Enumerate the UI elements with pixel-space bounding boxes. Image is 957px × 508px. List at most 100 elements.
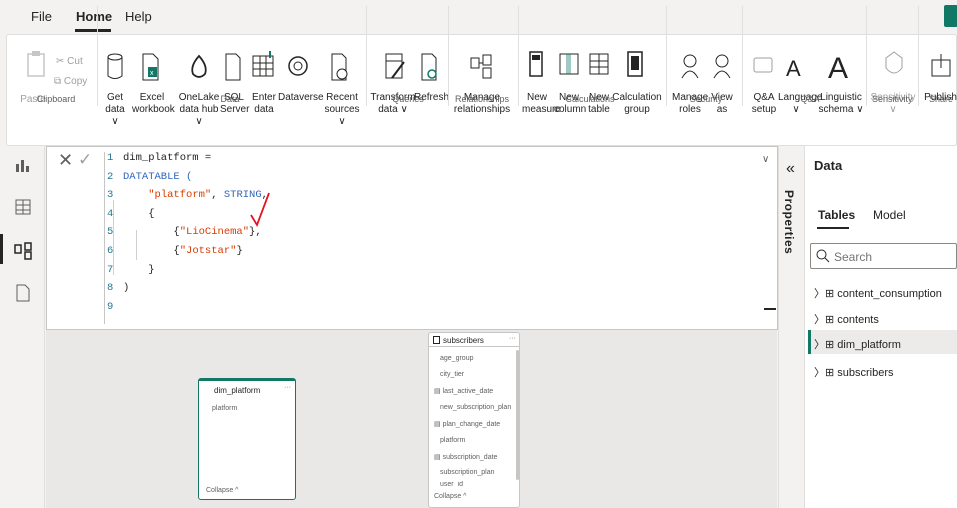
field[interactable]: new_subscription_plan <box>440 404 511 411</box>
manage-roles-icon <box>681 54 699 79</box>
code-token: { <box>123 226 180 239</box>
get-data-button[interactable]: Get data ∨ <box>102 92 128 128</box>
data-pane <box>804 146 957 508</box>
tree-item-contents[interactable]: 〉⊞ contents <box>814 311 879 327</box>
qa-setup-button[interactable]: Q&A setup <box>748 92 780 116</box>
menu-file[interactable]: File <box>31 9 52 24</box>
recent-sources-icon <box>331 53 348 81</box>
code-token: dim_platform = <box>123 152 212 164</box>
calendar-icon: ▤ <box>434 454 443 461</box>
field-date[interactable]: ▤ last_active_date <box>434 387 493 395</box>
menu-home[interactable]: Home <box>76 9 112 24</box>
new-column-icon <box>559 53 579 75</box>
tree-item-label: contents <box>837 314 879 326</box>
field-label: subscription_date <box>442 454 498 461</box>
field-date[interactable]: ▤ plan_change_date <box>434 420 500 428</box>
collapse-button[interactable]: Collapse ^ <box>206 487 238 494</box>
commit-formula-icon[interactable]: ✓ <box>78 150 92 170</box>
table-view-icon[interactable] <box>14 198 32 216</box>
group-queries: Queries <box>392 94 424 104</box>
menu-help[interactable]: Help <box>125 9 152 24</box>
copy-label: Copy <box>63 76 88 87</box>
divider <box>366 6 367 106</box>
divider <box>666 6 667 106</box>
report-view-icon[interactable] <box>14 156 32 174</box>
table-card-dim-platform[interactable] <box>198 378 296 500</box>
tree-item-label: subscribers <box>837 367 894 379</box>
search-input[interactable] <box>834 250 944 264</box>
language-icon: A <box>786 56 801 80</box>
field-date[interactable]: ▤ subscription_date <box>434 453 497 461</box>
divider <box>742 6 743 106</box>
expand-properties-icon[interactable]: « <box>786 160 795 178</box>
field[interactable]: user_id <box>440 481 463 486</box>
copy-button[interactable]: ⧉ Copy <box>54 76 87 88</box>
chevron-right-icon: 〉 <box>814 288 825 300</box>
svg-text:A: A <box>828 52 848 82</box>
active-tab-indicator <box>817 227 849 229</box>
tab-model[interactable]: Model <box>873 208 906 222</box>
tree-item-dim-platform[interactable]: 〉⊞ dim_platform <box>814 336 901 352</box>
formula-resize-handle[interactable] <box>764 308 776 310</box>
scrollbar[interactable] <box>516 350 519 480</box>
recent-sources-button[interactable]: Recent sources ∨ <box>322 92 362 128</box>
field[interactable]: subscription_plan <box>440 469 494 476</box>
table-icon: ⊞ <box>825 314 838 326</box>
table-card-title: subscribers <box>443 336 484 345</box>
dax-editor[interactable]: 1 dim_platform = 2 DATATABLE (3 "platform",… <box>104 152 764 324</box>
more-options-icon[interactable]: ··· <box>284 384 291 391</box>
tree-item-label: dim_platform <box>837 339 901 351</box>
chevron-right-icon: 〉 <box>814 367 825 379</box>
code-text: {"LioCinema"}, <box>123 226 261 239</box>
tree-item-label: content_consumption <box>837 288 942 300</box>
manage-relationships-icon <box>470 54 492 79</box>
sql-server-icon <box>225 53 241 81</box>
view-as-icon <box>713 54 731 79</box>
field-platform[interactable]: platform <box>212 405 237 412</box>
qa-setup-icon <box>753 57 773 73</box>
group-clipboard: Clipboard <box>36 94 76 104</box>
dataverse-icon <box>288 56 308 76</box>
calculated-table-icon: ⊞ <box>825 339 838 351</box>
more-options-icon[interactable]: ··· <box>509 335 516 342</box>
excel-icon: x <box>142 53 159 81</box>
code-text: { <box>123 208 154 220</box>
cancel-formula-icon[interactable]: ✕ <box>58 150 73 171</box>
line-number: 9 <box>107 300 114 313</box>
code-token: ) <box>123 282 130 295</box>
field[interactable]: platform <box>440 437 465 444</box>
divider <box>866 6 867 106</box>
expand-formula-icon[interactable]: ∨ <box>762 154 769 165</box>
field[interactable]: city_tier <box>440 371 464 378</box>
collapse-button[interactable]: Collapse ^ <box>434 493 466 500</box>
code-text: {"Jotstar"} <box>123 245 243 257</box>
properties-label[interactable]: Properties <box>782 190 796 254</box>
data-pane-title: Data <box>814 158 843 173</box>
dataverse-button[interactable]: Dataverse <box>278 92 324 104</box>
transform-data-icon <box>385 53 405 79</box>
tree-item-content-consumption[interactable]: 〉⊞ content_consumption <box>814 285 942 301</box>
table-icon: ⊞ <box>825 367 838 379</box>
group-calculations: Calculations <box>565 94 615 104</box>
cut-label: Cut <box>67 56 83 67</box>
group-sensitivity: Sensitivity <box>872 94 913 104</box>
indent-guide <box>136 230 137 260</box>
linguistic-schema-icon: A <box>828 52 848 82</box>
dax-query-view-icon[interactable] <box>14 284 32 302</box>
code-token: } <box>236 245 243 257</box>
paste-icon <box>27 51 45 77</box>
code-text: DATATABLE ( <box>123 171 192 183</box>
field[interactable]: age_group <box>440 355 473 362</box>
table-card-title: dim_platform <box>214 386 261 395</box>
window-action-icon[interactable] <box>944 5 957 27</box>
new-measure-button[interactable]: New measure <box>522 92 561 116</box>
excel-button[interactable]: Excel workbook <box>132 92 175 116</box>
code-text: "platform", STRING, <box>123 189 268 201</box>
tab-tables[interactable]: Tables <box>818 208 855 222</box>
model-view-icon[interactable] <box>14 242 32 260</box>
calendar-icon: ▤ <box>434 388 443 395</box>
tree-item-subscribers[interactable]: 〉⊞ subscribers <box>814 364 894 380</box>
cut-button[interactable]: ✂ Cut <box>56 56 83 68</box>
table-icon: ⊞ <box>825 288 838 300</box>
group-share: Share <box>928 94 954 104</box>
